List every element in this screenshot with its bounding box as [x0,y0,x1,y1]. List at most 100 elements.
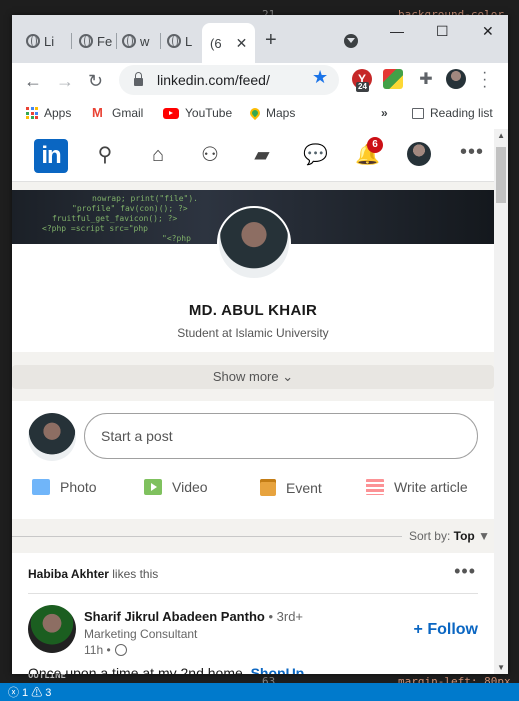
bookmark-apps[interactable]: Apps [26,106,71,120]
social-context: Habiba Akhter likes this [28,567,158,581]
bookmark-label: YouTube [185,106,233,120]
minimize-icon[interactable]: — [390,23,404,39]
author-subtitle: Marketing Consultant [84,627,198,641]
bookmark-gmail[interactable]: Gmail [92,105,143,120]
youtube-icon [163,107,179,119]
notifications-icon[interactable]: 🔔 6 [355,137,383,167]
action-label: Video [172,479,208,495]
post-link[interactable]: ShopUp [251,665,305,674]
chevron-down-icon: ⌄ [282,369,294,384]
bookmarks-bar: Apps Gmail YouTube Maps » Reading list [12,99,508,130]
editor-status-bar: ⓧ 1 ⚠ 3 [0,683,519,701]
extension-badge: 24 [356,82,369,92]
gmail-icon [92,105,106,120]
address-bar[interactable]: linkedin.com/feed/ [119,65,339,95]
browser-tab[interactable]: Fe [79,25,112,57]
browser-tab[interactable]: Li [26,25,54,57]
url-text[interactable]: linkedin.com/feed/ [157,72,270,88]
search-icon[interactable]: ⚲ [93,143,117,167]
tab-divider [160,33,161,49]
problems-status[interactable]: ⓧ 1 ⚠ 3 [8,684,51,700]
maximize-icon[interactable]: ☐ [436,23,449,40]
post-text-body: Once upon a time at my 2nd home, [28,665,247,674]
scroll-down-icon[interactable]: ▼ [497,663,505,672]
new-tab-icon[interactable]: + [265,30,277,50]
action-label: Event [286,479,322,496]
reading-list-icon [412,107,424,119]
photo-icon [32,479,50,495]
scrollbar-thumb[interactable] [496,147,506,203]
linkedin-page: in ⚲ ⌂ ⚇ ▰ 💬 🔔 6 ••• nowrap; print("file"… [12,129,508,674]
forward-icon[interactable]: → [56,71,74,91]
sort-value: Top [453,529,475,543]
bookmark-youtube[interactable]: YouTube [163,106,232,120]
author-name[interactable]: Sharif Jikrul Abadeen Pantho [84,609,265,624]
tab-search-icon[interactable] [344,34,358,48]
close-tab-icon[interactable]: ✕ [236,35,248,52]
profile-name[interactable]: MD. ABUL KHAIR [12,302,494,319]
extension-y-icon[interactable]: Y 24 [352,69,372,92]
maps-pin-icon [247,105,263,121]
composer-avatar[interactable] [28,413,76,461]
page-scrollbar[interactable]: ▲ ▼ [494,129,508,674]
browser-toolbar: ← → ↻ linkedin.com/feed/ ★ Y 24 ✚ · · · [12,63,508,99]
post-options-icon[interactable]: ••• [454,561,476,582]
bookmarks-overflow[interactable]: » [381,106,388,120]
post-time-text: 11h • [84,643,111,657]
window-close-icon[interactable]: ✕ [482,23,494,40]
action-label: Write article [394,479,468,495]
video-action[interactable]: Video [144,479,208,495]
tab-divider [71,33,72,49]
post-text: Once upon a time at my 2nd home, ShopUp [28,665,304,674]
jobs-icon[interactable]: ▰ [250,143,274,167]
profile-headline: Student at Islamic University [177,326,329,340]
extensions-puzzle-icon[interactable]: ✚ [416,69,436,89]
author-name-line[interactable]: Sharif Jikrul Abadeen Pantho • 3rd+ [84,609,303,624]
sort-dropdown[interactable]: Sort by: Top ▼ [409,529,490,543]
browser-tab[interactable]: w [122,25,149,57]
bookmark-maps[interactable]: Maps [247,105,296,121]
messaging-icon[interactable]: 💬 [303,143,328,167]
globe-icon [79,34,93,48]
linkedin-logo[interactable]: in [34,139,68,173]
scroll-up-icon[interactable]: ▲ [497,131,505,140]
show-more-label: Show more [212,369,279,384]
globe-icon [167,34,181,48]
reading-list[interactable]: Reading list [412,106,493,120]
home-icon[interactable]: ⌂ [146,143,170,167]
browser-tab-active[interactable]: (6 ✕ [202,23,256,63]
follow-button[interactable]: + Follow [414,621,478,639]
notification-badge: 6 [367,137,383,153]
bookmark-star-icon[interactable]: ★ [312,67,328,88]
more-icon[interactable]: ••• [460,141,484,164]
video-icon [144,479,162,495]
action-label: Photo [60,479,97,495]
my-network-icon[interactable]: ⚇ [198,143,222,167]
reload-icon[interactable]: ↻ [88,71,103,91]
lock-icon[interactable] [134,72,143,86]
start-post-input[interactable]: Start a post [84,413,478,459]
back-icon[interactable]: ← [24,71,42,91]
profile-photo[interactable] [217,206,291,280]
article-icon [366,479,384,495]
tab-title: Fe [97,33,113,49]
tab-title: (6 [210,35,222,51]
browser-menu-icon[interactable]: · · · [482,65,487,95]
bookmark-label: Apps [44,106,72,120]
photo-action[interactable]: Photo [32,479,97,495]
bookmark-label: Maps [266,106,296,120]
extension-color-icon[interactable] [383,69,403,89]
author-avatar[interactable] [28,605,76,653]
event-action[interactable]: Event [260,479,322,496]
write-article-action[interactable]: Write article [366,479,468,495]
globe-icon [114,644,127,656]
browser-tab[interactable]: L [167,25,192,57]
show-more-button[interactable]: Show more ⌄ [12,365,494,389]
feed-post: Habiba Akhter likes this ••• Sharif Jikr… [12,553,494,674]
me-avatar[interactable] [407,142,431,166]
profile-avatar[interactable] [446,69,466,89]
liker-name[interactable]: Habiba Akhter [28,567,109,581]
divider [28,593,478,594]
calendar-icon [260,479,276,496]
browser-window: Li Fe w L (6 ✕ + — ☐ ✕ ← → ↻ linkedin.com… [12,15,508,674]
